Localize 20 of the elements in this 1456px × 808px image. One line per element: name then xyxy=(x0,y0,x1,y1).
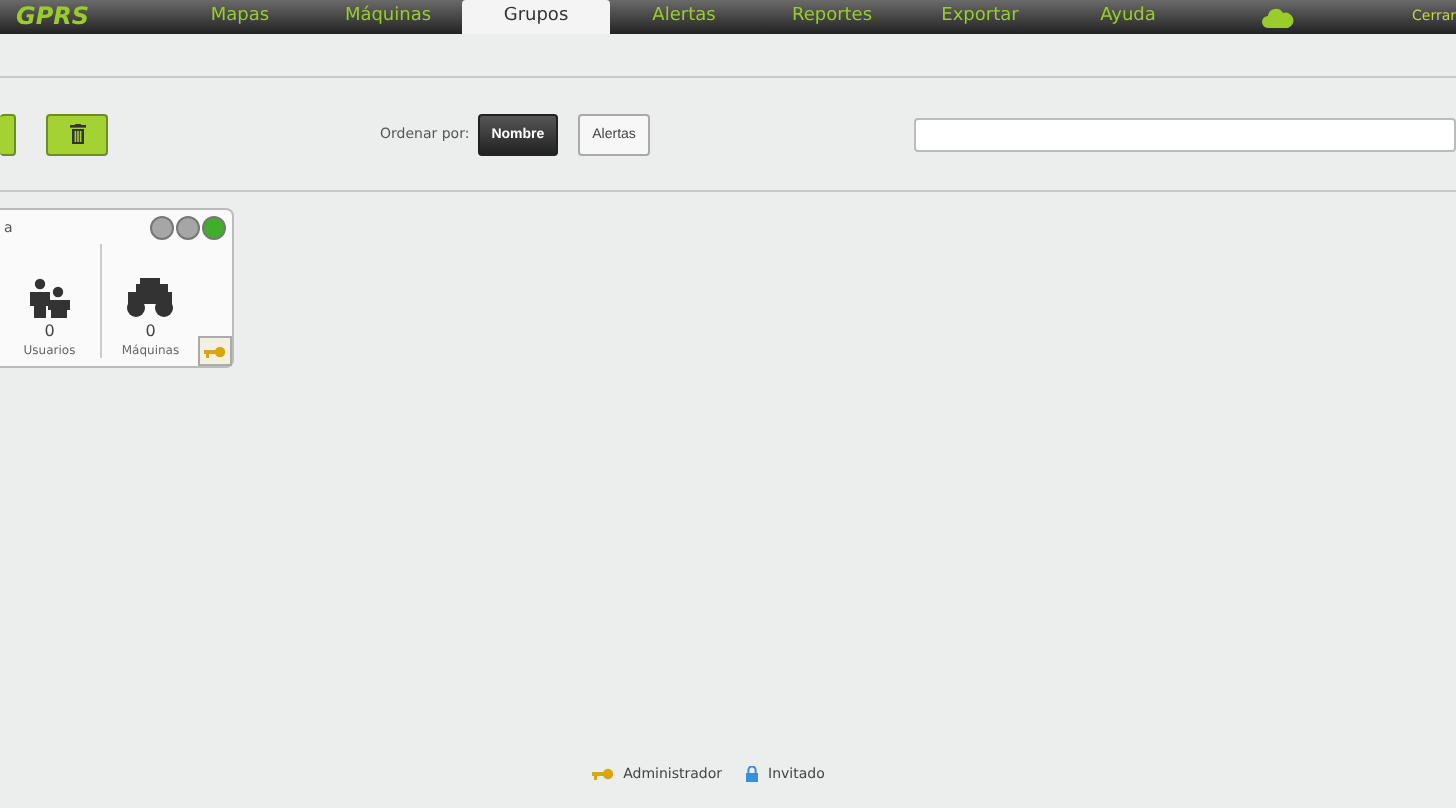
nav-tab[interactable]: Alertas xyxy=(610,0,758,34)
toolbar-button[interactable] xyxy=(0,113,16,155)
user-count: 0 xyxy=(44,322,55,340)
machine-count: 0 xyxy=(145,322,156,340)
tractor-icon xyxy=(124,278,177,318)
nav-tab[interactable]: Ayuda xyxy=(1054,0,1202,34)
nav-tab[interactable]: Máquinas xyxy=(314,0,462,34)
search-field[interactable] xyxy=(914,117,1456,151)
lock-icon xyxy=(746,766,759,782)
key-icon xyxy=(591,768,614,780)
nav-tab[interactable]: Grupos xyxy=(462,0,610,34)
delete-button[interactable] xyxy=(46,113,108,155)
cloud-icon[interactable] xyxy=(1261,7,1293,27)
users-icon xyxy=(27,278,72,318)
key-icon xyxy=(204,345,226,357)
trash-icon xyxy=(69,124,85,144)
nav-tab[interactable]: Mapas xyxy=(166,0,314,34)
nav-tab[interactable]: Exportar xyxy=(906,0,1054,34)
logo-text: GPRS xyxy=(14,0,92,34)
nav-tab[interactable]: Reportes xyxy=(758,0,906,34)
